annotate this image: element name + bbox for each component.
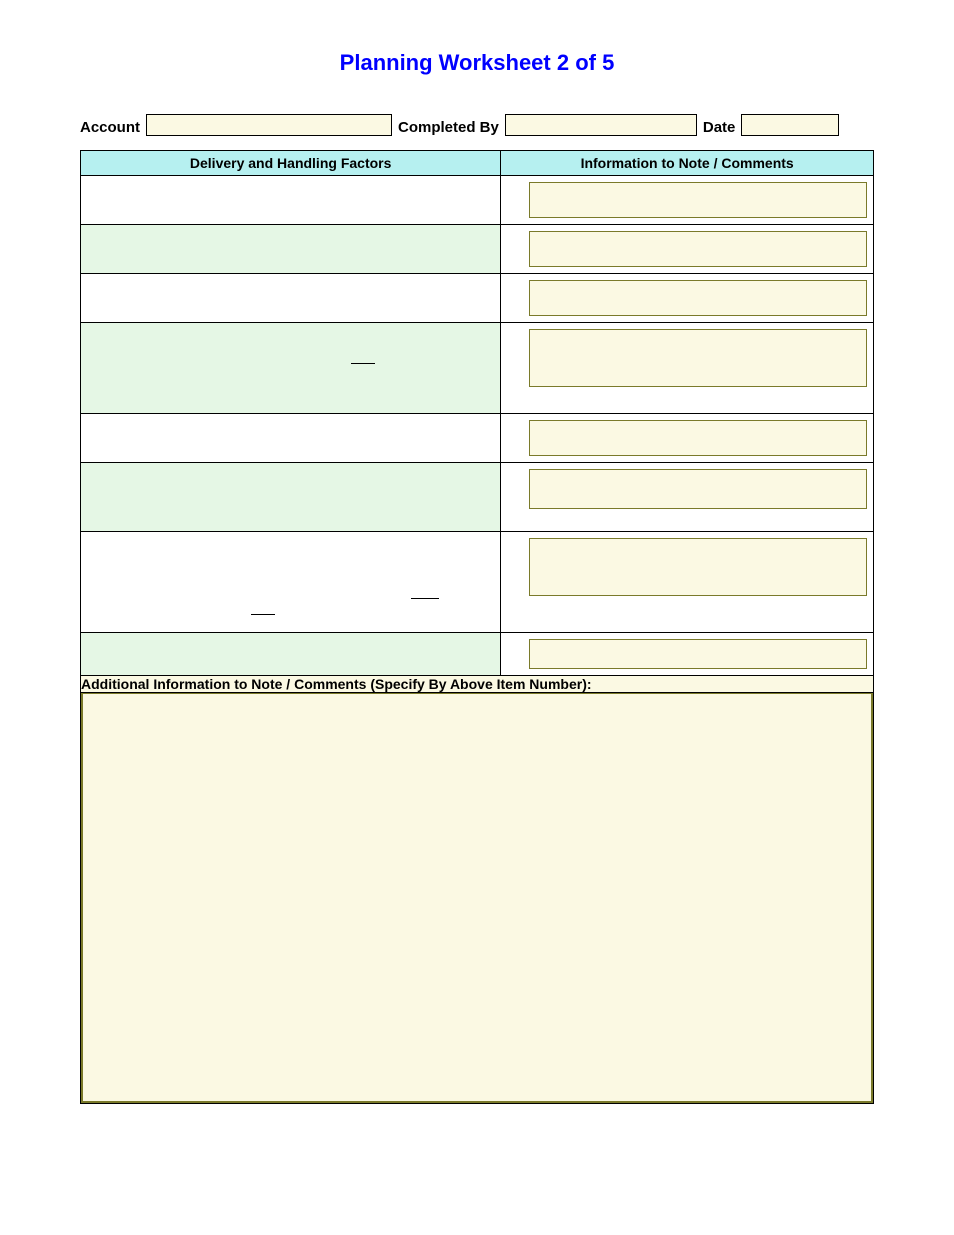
factor-cell — [81, 414, 501, 463]
comment-input[interactable] — [529, 329, 867, 387]
factor-cell — [81, 176, 501, 225]
comment-input[interactable] — [529, 280, 867, 316]
account-label: Account — [80, 119, 140, 136]
header-fields: Account Completed By Date — [80, 114, 874, 136]
comment-cell — [501, 633, 874, 676]
factor-cell — [81, 323, 501, 414]
comment-cell — [501, 225, 874, 274]
factor-cell — [81, 274, 501, 323]
comment-input[interactable] — [529, 231, 867, 267]
comment-input[interactable] — [529, 469, 867, 509]
blank-line — [411, 598, 439, 599]
comment-cell — [501, 323, 874, 414]
factor-cell — [81, 532, 501, 633]
column-header-factors: Delivery and Handling Factors — [81, 151, 501, 176]
date-input[interactable] — [741, 114, 839, 136]
date-label: Date — [703, 119, 736, 136]
completed-by-label: Completed By — [398, 119, 499, 136]
comment-cell — [501, 176, 874, 225]
factor-cell — [81, 463, 501, 532]
column-header-comments: Information to Note / Comments — [501, 151, 874, 176]
additional-info-label: Additional Information to Note / Comment… — [81, 676, 874, 693]
comment-input[interactable] — [529, 538, 867, 596]
completed-by-input[interactable] — [505, 114, 697, 136]
account-input[interactable] — [146, 114, 392, 136]
factor-cell — [81, 225, 501, 274]
comment-input[interactable] — [529, 639, 867, 669]
additional-info-cell — [81, 693, 874, 1104]
worksheet-page: Planning Worksheet 2 of 5 Account Comple… — [0, 0, 954, 1164]
page-title: Planning Worksheet 2 of 5 — [80, 50, 874, 76]
factors-table: Delivery and Handling Factors Informatio… — [80, 150, 874, 1104]
comment-input[interactable] — [529, 182, 867, 218]
comment-cell — [501, 463, 874, 532]
blank-line — [251, 614, 275, 615]
comment-cell — [501, 274, 874, 323]
additional-info-input[interactable] — [81, 693, 873, 1103]
factor-cell — [81, 633, 501, 676]
comment-cell — [501, 532, 874, 633]
blank-line — [351, 363, 375, 364]
comment-cell — [501, 414, 874, 463]
comment-input[interactable] — [529, 420, 867, 456]
